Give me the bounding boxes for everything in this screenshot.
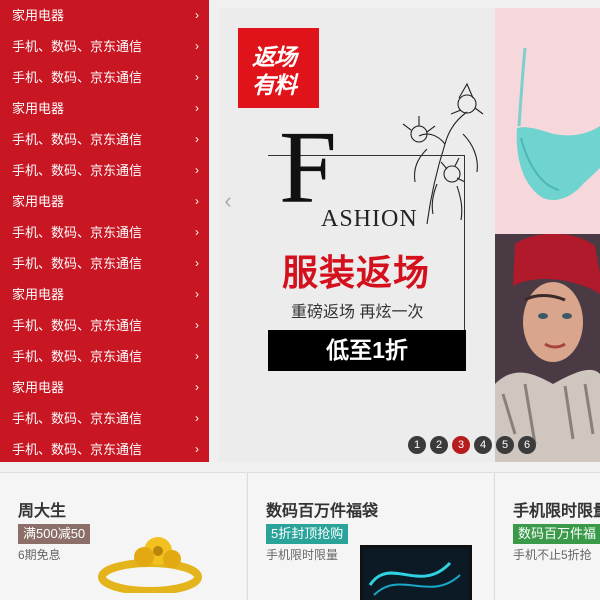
sidebar-category-label: 家用电器	[12, 194, 65, 209]
category-sidebar: 家用电器 › 手机、数码、京东通信 › 手机、数码、京东通信 › 家用电器 › 手机、数码、京东…	[0, 0, 209, 462]
prev-arrow-icon[interactable]: ‹	[219, 186, 237, 216]
banner-side-image-lingerie[interactable]	[495, 8, 600, 234]
banner-carousel[interactable]: ‹ 返场 有料 F ASHION 服装返场 重磅返场 再炫一次 低至1折 1 2…	[219, 8, 600, 462]
promo-title: 数码百万件福袋	[266, 503, 379, 520]
sidebar-category-label: 手机、数码、京东通信	[12, 442, 143, 457]
lingerie-image-icon	[516, 47, 600, 201]
chevron-right-icon: ›	[195, 349, 199, 363]
sidebar-category-label: 手机、数码、京东通信	[12, 39, 143, 54]
chevron-right-icon: ›	[195, 39, 199, 53]
chevron-right-icon: ›	[195, 411, 199, 425]
sidebar-category-item[interactable]: 手机、数码、京东通信 ›	[0, 217, 209, 248]
chevron-right-icon: ›	[195, 318, 199, 332]
promo-subtitle: 6期免息	[18, 548, 61, 562]
chevron-right-icon: ›	[195, 442, 199, 456]
sidebar-category-label: 手机、数码、京东通信	[12, 256, 143, 271]
chevron-right-icon: ›	[195, 287, 199, 301]
sidebar-category-label: 手机、数码、京东通信	[12, 163, 143, 178]
chevron-right-icon: ›	[195, 163, 199, 177]
sidebar-category-item[interactable]: 手机、数码、京东通信 ›	[0, 155, 209, 186]
promo-title: 周大生	[18, 503, 67, 520]
carousel-page-dot[interactable]: 4	[474, 436, 492, 454]
banner-side-image-model[interactable]	[495, 234, 600, 462]
fashion-big-letter: F	[279, 110, 337, 225]
chevron-right-icon: ›	[195, 101, 199, 115]
sidebar-category-item[interactable]: 手机、数码、京东通信 ›	[0, 248, 209, 279]
sidebar-category-item[interactable]: 家用电器 ›	[0, 372, 209, 403]
logo-text-line2: 有料	[252, 72, 297, 98]
promo-subtitle: 手机限时限量	[266, 548, 339, 562]
sidebar-category-label: 手机、数码、京东通信	[12, 70, 143, 85]
chevron-right-icon: ›	[195, 194, 199, 208]
sidebar-category-label: 手机、数码、京东通信	[12, 318, 143, 333]
sidebar-category-label: 手机、数码、京东通信	[12, 225, 143, 240]
gold-ring-image-icon	[98, 537, 202, 593]
model-photo-icon	[495, 234, 600, 462]
sidebar-category-item[interactable]: 手机、数码、京东通信 ›	[0, 31, 209, 62]
promo-card[interactable]: 数码百万件福袋 5折封顶抢购手机限时限量	[247, 472, 493, 600]
chevron-right-icon: ›	[195, 380, 199, 394]
sidebar-category-label: 家用电器	[12, 287, 65, 302]
fashion-word: ASHION	[321, 206, 418, 232]
sidebar-category-item[interactable]: 家用电器 ›	[0, 186, 209, 217]
promo-subtitle: 手机不止5折抢	[513, 548, 592, 562]
sidebar-category-label: 家用电器	[12, 101, 65, 116]
carousel-page-dot[interactable]: 6	[518, 436, 536, 454]
carousel-page-dot[interactable]: 1	[408, 436, 426, 454]
sidebar-category-item[interactable]: 手机、数码、京东通信 ›	[0, 62, 209, 93]
monitor-image-icon	[360, 545, 472, 600]
carousel-page-dot[interactable]: 3	[452, 436, 470, 454]
sidebar-category-item[interactable]: 手机、数码、京东通信 ›	[0, 310, 209, 341]
banner-slide-main[interactable]: ‹ 返场 有料 F ASHION 服装返场 重磅返场 再炫一次 低至1折	[219, 8, 495, 462]
promo-title: 手机限时限量	[513, 503, 600, 520]
sidebar-category-label: 手机、数码、京东通信	[12, 349, 143, 364]
chevron-right-icon: ›	[195, 132, 199, 146]
promo-tag: 5折封顶抢购	[266, 524, 349, 544]
sidebar-category-item[interactable]: 家用电器 ›	[0, 0, 209, 31]
promo-card[interactable]: 手机限时限量 数码百万件福手机不止5折抢	[494, 472, 600, 600]
sidebar-category-label: 家用电器	[12, 8, 65, 23]
promo-tag: 数码百万件福	[513, 524, 600, 544]
promo-logo-badge: 返场 有料	[238, 28, 319, 108]
carousel-page-dot[interactable]: 2	[430, 436, 448, 454]
sidebar-category-label: 手机、数码、京东通信	[12, 411, 143, 426]
sidebar-category-label: 家用电器	[12, 380, 65, 395]
page-root: 家用电器 › 手机、数码、京东通信 › 手机、数码、京东通信 › 家用电器 › 手机、数码、京东…	[0, 0, 600, 600]
promo-tag: 满500减50	[18, 524, 91, 544]
banner-headline: 服装返场	[282, 252, 431, 293]
sidebar-category-label: 手机、数码、京东通信	[12, 132, 143, 147]
banner-price-bar[interactable]: 低至1折	[268, 330, 466, 371]
sidebar-category-item[interactable]: 家用电器 ›	[0, 279, 209, 310]
carousel-page-dot[interactable]: 5	[496, 436, 514, 454]
chevron-right-icon: ›	[195, 225, 199, 239]
sidebar-category-item[interactable]: 手机、数码、京东通信 ›	[0, 403, 209, 434]
banner-subline: 重磅返场 再炫一次	[291, 304, 424, 321]
promo-card[interactable]: 周大生满500减50 6期免息	[0, 472, 246, 600]
sidebar-category-item[interactable]: 手机、数码、京东通信 ›	[0, 341, 209, 372]
chevron-right-icon: ›	[195, 8, 199, 22]
sidebar-category-item[interactable]: 手机、数码、京东通信 ›	[0, 434, 209, 465]
chevron-right-icon: ›	[195, 256, 199, 270]
sidebar-category-item[interactable]: 家用电器 ›	[0, 93, 209, 124]
sidebar-category-item[interactable]: 手机、数码、京东通信 ›	[0, 124, 209, 155]
chevron-right-icon: ›	[195, 70, 199, 84]
